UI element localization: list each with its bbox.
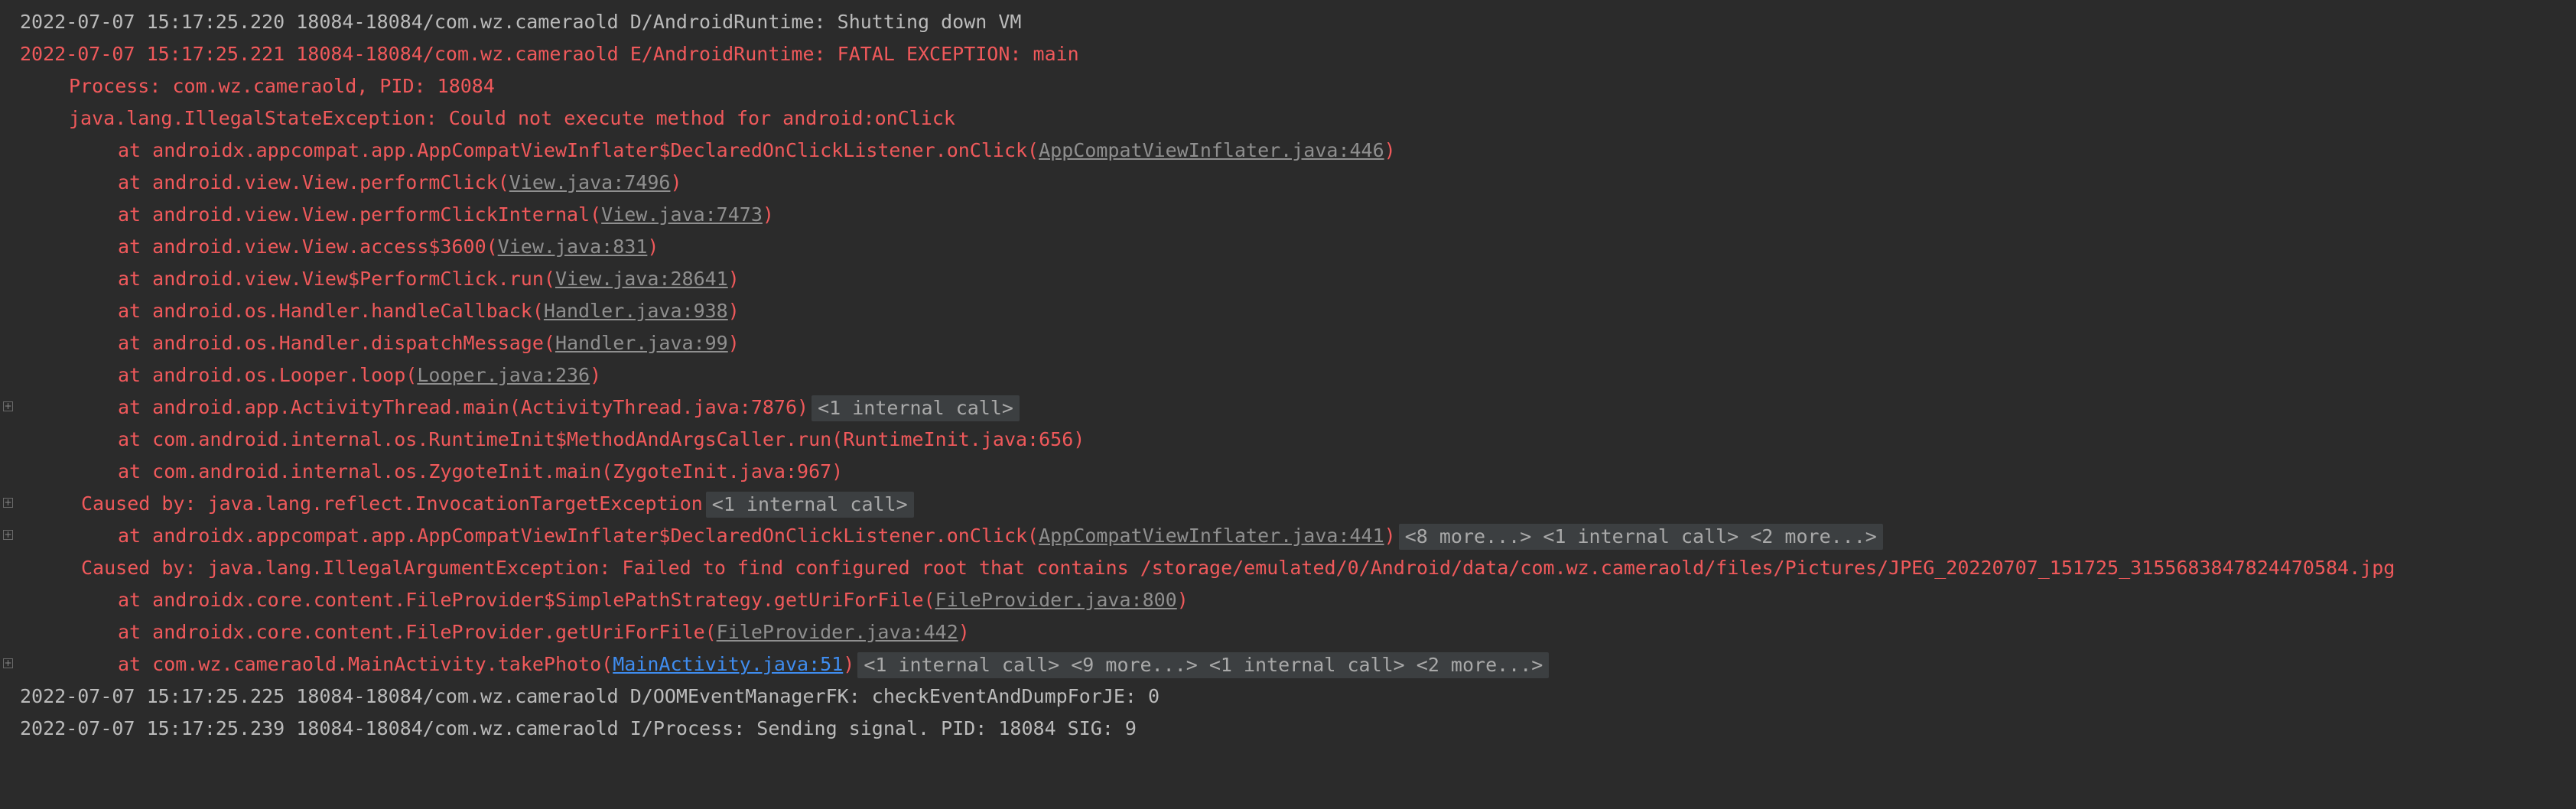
caused-by-line: Caused by: java.lang.IllegalArgumentExce… xyxy=(0,552,2576,584)
stack-frame: at android.os.Looper.loop(Looper.java:23… xyxy=(0,359,2576,392)
source-link[interactable]: Handler.java:99 xyxy=(555,332,728,354)
frame-text: at android.view.View.performClick( xyxy=(118,171,509,193)
frame-text: Caused by: java.lang.IllegalArgumentExce… xyxy=(81,557,2395,579)
log-line: 2022-07-07 15:17:25.220 18084-18084/com.… xyxy=(0,6,2576,38)
frame-text: at androidx.core.content.FileProvider$Si… xyxy=(118,589,935,611)
frame-close: ) xyxy=(762,203,774,226)
frame-close: ) xyxy=(1176,589,1189,611)
caused-by-line: + Caused by: java.lang.reflect.Invocatio… xyxy=(0,488,2576,520)
stack-frame: at android.view.View.performClick(View.j… xyxy=(0,167,2576,199)
stack-frame: at android.os.Handler.dispatchMessage(Ha… xyxy=(0,327,2576,359)
frame-text: at android.os.Handler.handleCallback( xyxy=(118,300,544,322)
frame-close: ) xyxy=(1384,139,1396,161)
frame-text: at androidx.core.content.FileProvider.ge… xyxy=(118,621,717,643)
frame-text: at com.android.internal.os.ZygoteInit.ma… xyxy=(118,460,844,482)
folded-calls-badge[interactable]: <1 internal call> <9 more...> <1 interna… xyxy=(857,652,1550,678)
frame-text: at androidx.appcompat.app.AppCompatViewI… xyxy=(118,525,1039,547)
folded-calls-badge[interactable]: <8 more...> <1 internal call> <2 more...… xyxy=(1398,524,1883,550)
frame-text: Caused by: java.lang.reflect.InvocationT… xyxy=(81,492,703,515)
stack-frame: at androidx.core.content.FileProvider.ge… xyxy=(0,616,2576,648)
source-link[interactable]: View.java:7496 xyxy=(509,171,671,193)
plus-square-icon[interactable]: + xyxy=(3,401,13,411)
frame-close: ) xyxy=(843,653,855,675)
source-link[interactable]: Looper.java:236 xyxy=(417,364,590,386)
frame-text: at android.view.View.access$3600( xyxy=(118,236,498,258)
plus-square-icon[interactable]: + xyxy=(3,498,13,508)
source-link[interactable]: View.java:7473 xyxy=(601,203,763,226)
frame-close: ) xyxy=(590,364,602,386)
frame-text: at android.os.Handler.dispatchMessage( xyxy=(118,332,555,354)
stack-frame: at androidx.core.content.FileProvider$Si… xyxy=(0,584,2576,616)
folded-calls-badge[interactable]: <1 internal call> xyxy=(705,492,914,518)
log-text: Process: com.wz.cameraold, PID: 18084 xyxy=(69,75,495,97)
frame-text: at androidx.appcompat.app.AppCompatViewI… xyxy=(118,139,1039,161)
plus-square-icon[interactable]: + xyxy=(3,658,13,668)
frame-text: at com.android.internal.os.RuntimeInit$M… xyxy=(118,428,1085,450)
frame-close: ) xyxy=(958,621,970,643)
frame-close: ) xyxy=(670,171,682,193)
stack-frame: + at com.wz.cameraold.MainActivity.takeP… xyxy=(0,648,2576,681)
folded-calls-badge[interactable]: <1 internal call> xyxy=(812,395,1020,421)
stack-frame: at android.os.Handler.handleCallback(Han… xyxy=(0,295,2576,327)
stack-frame: at com.android.internal.os.RuntimeInit$M… xyxy=(0,424,2576,456)
source-link[interactable]: AppCompatViewInflater.java:446 xyxy=(1039,139,1384,161)
logcat-console: 2022-07-07 15:17:25.220 18084-18084/com.… xyxy=(0,0,2576,757)
log-line: 2022-07-07 15:17:25.225 18084-18084/com.… xyxy=(0,681,2576,713)
log-text: 2022-07-07 15:17:25.221 18084-18084/com.… xyxy=(20,43,1079,65)
frame-text: at android.app.ActivityThread.main(Activ… xyxy=(118,396,809,418)
frame-text: at android.view.View.performClickInterna… xyxy=(118,203,602,226)
source-link[interactable]: FileProvider.java:800 xyxy=(935,589,1177,611)
frame-close: ) xyxy=(727,300,740,322)
log-text: java.lang.IllegalStateException: Could n… xyxy=(69,107,955,129)
frame-close: ) xyxy=(727,332,740,354)
stack-frame: at android.view.View.performClickInterna… xyxy=(0,199,2576,231)
log-text: 2022-07-07 15:17:25.239 18084-18084/com.… xyxy=(20,717,1137,739)
stack-frame: + at androidx.appcompat.app.AppCompatVie… xyxy=(0,520,2576,552)
frame-close: ) xyxy=(1384,525,1396,547)
stack-frame: + at android.app.ActivityThread.main(Act… xyxy=(0,392,2576,424)
stack-frame: at androidx.appcompat.app.AppCompatViewI… xyxy=(0,135,2576,167)
frame-close: ) xyxy=(647,236,659,258)
log-text: 2022-07-07 15:17:25.225 18084-18084/com.… xyxy=(20,685,1160,707)
log-line: java.lang.IllegalStateException: Could n… xyxy=(0,102,2576,135)
frame-text: at android.view.View$PerformClick.run( xyxy=(118,268,555,290)
stack-frame: at com.android.internal.os.ZygoteInit.ma… xyxy=(0,456,2576,488)
log-text: 2022-07-07 15:17:25.220 18084-18084/com.… xyxy=(20,11,1022,33)
source-link[interactable]: View.java:28641 xyxy=(555,268,728,290)
stack-frame: at android.view.View$PerformClick.run(Vi… xyxy=(0,263,2576,295)
frame-text: at com.wz.cameraold.MainActivity.takePho… xyxy=(118,653,613,675)
stack-frame: at android.view.View.access$3600(View.ja… xyxy=(0,231,2576,263)
log-line: 2022-07-07 15:17:25.239 18084-18084/com.… xyxy=(0,713,2576,745)
log-line: Process: com.wz.cameraold, PID: 18084 xyxy=(0,70,2576,102)
plus-square-icon[interactable]: + xyxy=(3,530,13,540)
frame-text: at android.os.Looper.loop( xyxy=(118,364,418,386)
frame-close: ) xyxy=(727,268,740,290)
source-link[interactable]: FileProvider.java:442 xyxy=(717,621,958,643)
log-line: 2022-07-07 15:17:25.221 18084-18084/com.… xyxy=(0,38,2576,70)
source-link[interactable]: View.java:831 xyxy=(498,236,648,258)
source-link[interactable]: MainActivity.java:51 xyxy=(613,653,843,675)
source-link[interactable]: Handler.java:938 xyxy=(544,300,728,322)
source-link[interactable]: AppCompatViewInflater.java:441 xyxy=(1039,525,1384,547)
